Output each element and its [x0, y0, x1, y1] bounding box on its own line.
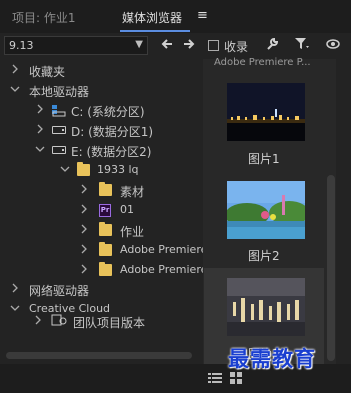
tree-item-label: 作业	[120, 225, 145, 239]
panel-menu-icon[interactable]: ≡	[197, 8, 208, 23]
chevron-right-icon[interactable]	[33, 315, 43, 325]
chevron-right-icon[interactable]	[10, 283, 20, 293]
thumbnail-caption: 图片2	[248, 249, 280, 263]
tree-item-folder-adobe-2[interactable]: Adobe Premiere	[0, 260, 207, 281]
ingest-checkbox[interactable]	[208, 40, 219, 51]
chevron-right-icon[interactable]	[79, 184, 89, 194]
path-dropdown[interactable]: 9.13 ▼	[4, 36, 148, 55]
drive-icon	[52, 146, 66, 154]
system-drive-icon	[52, 105, 66, 117]
tree-item-label: 素材	[120, 185, 145, 199]
thumbnail-image-1[interactable]	[227, 83, 305, 141]
tree-item-folder-adobe-1[interactable]: Adobe Premiere	[0, 240, 207, 261]
chevron-down-icon[interactable]	[60, 164, 70, 174]
partial-item-label: Adobe Premiere P...	[214, 57, 311, 68]
chevron-right-icon[interactable]	[35, 124, 45, 134]
back-arrow-icon[interactable]	[159, 37, 175, 55]
folder-icon	[99, 262, 112, 276]
tree-item-label: 团队项目版本	[73, 316, 146, 330]
filter-icon[interactable]	[294, 37, 310, 55]
tree-item-label: Adobe Premiere	[120, 243, 208, 256]
forward-arrow-icon[interactable]	[181, 37, 197, 55]
tree-item-team-projects[interactable]: 团队项目版本	[0, 309, 203, 330]
premiere-project-icon: Pr	[99, 204, 111, 217]
thumbnail-vertical-scrollbar[interactable]	[327, 175, 335, 361]
tab-media-browser[interactable]: 媒体浏览器	[122, 9, 182, 26]
chevron-right-icon[interactable]	[79, 204, 89, 214]
tab-project[interactable]: 项目: 作业1	[12, 9, 76, 26]
tree-item-label: 01	[120, 203, 134, 216]
tree-item-folder-1933[interactable]: 1933 lq	[0, 160, 203, 181]
chevron-down-icon[interactable]	[10, 84, 20, 94]
tree-item-drive-c[interactable]: C: (系统分区)	[0, 100, 203, 121]
chevron-down-icon[interactable]	[35, 144, 45, 154]
ingest-label: 收录	[224, 40, 249, 54]
active-tab-indicator	[120, 30, 190, 32]
tree-item-local-drives[interactable]: 本地驱动器	[0, 80, 203, 101]
view-eye-icon[interactable]	[326, 37, 342, 55]
chevron-right-icon[interactable]	[79, 224, 89, 234]
chevron-right-icon[interactable]	[79, 264, 89, 274]
chevron-right-icon[interactable]	[79, 244, 89, 254]
tree-item-folder-zuoye[interactable]: 作业	[0, 220, 203, 241]
tree-item-label: 本地驱动器	[29, 85, 90, 99]
tree-item-network-drives[interactable]: 网络驱动器	[0, 279, 203, 300]
tree-item-folder-sucai[interactable]: 素材	[0, 180, 203, 201]
tree-item-drive-e[interactable]: E: (数据分区2)	[0, 140, 203, 161]
tree-item-label: C: (系统分区)	[71, 105, 145, 119]
chevron-right-icon[interactable]	[10, 64, 20, 74]
chevron-right-icon[interactable]	[35, 104, 45, 114]
tree-item-label: D: (数据分区1)	[71, 125, 154, 139]
tree-item-file-01[interactable]: Pr 01	[0, 200, 203, 221]
folder-tree: 收藏夹 本地驱动器 C: (系统分区) D: (数据分区1) E: (数据分区2…	[0, 59, 207, 364]
thumbnail-image-2[interactable]	[225, 181, 309, 239]
chevron-down-icon: ▼	[135, 39, 143, 50]
path-value: 9.13	[9, 39, 34, 52]
folder-icon	[99, 222, 112, 236]
tree-item-favorites[interactable]: 收藏夹	[0, 60, 203, 81]
tree-item-label: 网络驱动器	[29, 284, 90, 298]
thumbnail-image-3[interactable]	[227, 278, 305, 336]
list-view-icon[interactable]	[208, 369, 222, 388]
tree-item-label: E: (数据分区2)	[71, 145, 152, 159]
watermark-text: 最需教育	[228, 346, 316, 371]
folder-icon	[77, 162, 90, 176]
tree-horizontal-scrollbar[interactable]	[6, 352, 192, 359]
folder-icon	[99, 242, 112, 256]
tree-item-drive-d[interactable]: D: (数据分区1)	[0, 120, 203, 141]
team-project-icon	[51, 314, 67, 326]
folder-icon	[99, 182, 112, 196]
wrench-icon[interactable]	[264, 37, 280, 55]
tree-item-label: Adobe Premiere	[120, 263, 208, 276]
tree-item-label: 收藏夹	[29, 65, 66, 79]
tree-item-label: 1933 lq	[97, 163, 139, 176]
drive-icon	[52, 126, 66, 134]
thumbnail-caption: 图片1	[248, 152, 280, 166]
